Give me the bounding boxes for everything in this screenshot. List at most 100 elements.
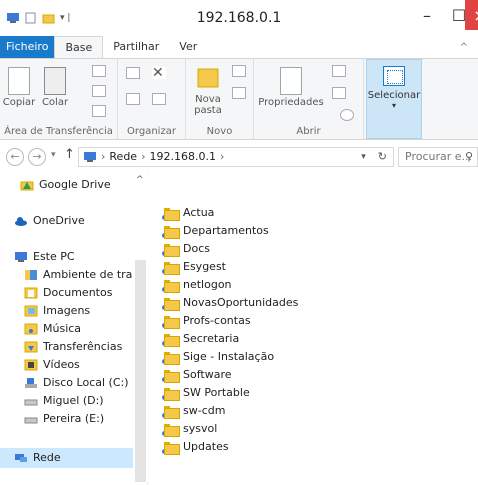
list-item[interactable]: Departamentos: [162, 222, 298, 240]
breadcrumb-rede[interactable]: Rede: [109, 148, 137, 166]
ribbon-collapse-icon[interactable]: ^: [460, 42, 468, 53]
nav-scrollbar[interactable]: ^: [133, 172, 148, 482]
copy-path-icon[interactable]: [92, 85, 106, 97]
nav-item-downloads[interactable]: Transferências: [24, 338, 122, 356]
properties-button[interactable]: Propriedades: [258, 67, 324, 108]
edit-icon[interactable]: [332, 87, 346, 99]
copy-button[interactable]: Copiar: [2, 67, 36, 108]
drive-icon: [24, 417, 38, 424]
delete-icon[interactable]: ✕: [152, 66, 166, 80]
open-icon[interactable]: [332, 65, 346, 77]
breadcrumb-host[interactable]: 192.168.0.1: [149, 148, 215, 166]
back-arrow-icon[interactable]: ←: [6, 148, 24, 166]
nav-item-drive-d[interactable]: Miguel (D:): [24, 392, 104, 410]
copy-icon: [8, 67, 30, 95]
nav-item-onedrive[interactable]: OneDrive: [14, 212, 85, 230]
rename-icon[interactable]: [152, 93, 166, 105]
select-button[interactable]: Selecionar ▾: [366, 59, 422, 139]
list-item[interactable]: Secretaria: [162, 330, 298, 348]
shared-folder-icon: [162, 423, 180, 437]
easy-access-icon[interactable]: [232, 87, 246, 99]
list-item[interactable]: Docs: [162, 240, 298, 258]
ribbon-tabs: Ficheiro Base Partilhar Ver: [0, 36, 478, 58]
tab-file[interactable]: Ficheiro: [0, 36, 55, 58]
nav-label: Documentos: [43, 286, 113, 299]
list-item[interactable]: SW Portable: [162, 384, 298, 402]
search-icon: ⚲: [464, 150, 473, 163]
file-name: Sige - Instalação: [183, 350, 275, 363]
copy-to-icon[interactable]: [126, 93, 140, 105]
scrollbar-thumb[interactable]: [135, 260, 146, 482]
clipboard-group: Copiar Colar Área de Transferência: [0, 59, 118, 139]
scroll-up-icon[interactable]: ^: [136, 175, 144, 185]
paste-button[interactable]: Colar: [38, 67, 72, 108]
search-input[interactable]: Procurar e... ⚲: [398, 147, 478, 167]
downloads-icon: [24, 341, 38, 353]
up-arrow-icon[interactable]: ↑: [64, 147, 75, 162]
select-icon: [383, 66, 405, 86]
forward-arrow-icon[interactable]: →: [28, 148, 46, 166]
tab-view[interactable]: Ver: [169, 36, 207, 58]
shared-folder-icon: [162, 297, 180, 311]
list-item[interactable]: sysvol: [162, 420, 298, 438]
nav-label: Transferências: [43, 340, 123, 353]
list-item[interactable]: Profs-contas: [162, 312, 298, 330]
tab-home[interactable]: Base: [54, 36, 104, 58]
file-name: Profs-contas: [183, 314, 251, 327]
explorer-window: ▾ | 192.168.0.1 – ☐ × Ficheiro Base Part…: [0, 0, 478, 485]
nav-item-documents[interactable]: Documentos: [24, 284, 112, 302]
shared-folder-icon: [162, 369, 180, 383]
shared-folder-icon: [162, 351, 180, 365]
new-folder-label: Nova pasta: [194, 94, 222, 116]
list-item[interactable]: Esygest: [162, 258, 298, 276]
nav-label: Disco Local (C:): [43, 376, 129, 389]
move-to-icon[interactable]: [126, 67, 140, 79]
list-item[interactable]: Updates: [162, 438, 298, 456]
address-box[interactable]: › Rede › 192.168.0.1 › ▾ ↻: [78, 147, 394, 167]
nav-label: Vídeos: [43, 358, 80, 371]
list-item[interactable]: Sige - Instalação: [162, 348, 298, 366]
close-button[interactable]: ×: [465, 0, 478, 30]
clipboard-group-label: Área de Transferência: [4, 126, 113, 137]
minimize-button[interactable]: –: [410, 0, 444, 30]
nav-item-this-pc[interactable]: Este PC: [14, 248, 75, 266]
address-dropdown-icon[interactable]: ▾: [361, 148, 366, 166]
new-folder-button[interactable]: Nova pasta: [188, 65, 228, 116]
list-item[interactable]: Actua: [162, 204, 298, 222]
nav-label: Música: [43, 322, 82, 335]
nav-item-local-disk-c[interactable]: Disco Local (C:): [24, 374, 129, 392]
properties-icon: [280, 67, 302, 95]
paste-shortcut-icon[interactable]: [92, 105, 106, 117]
shared-folder-icon: [162, 315, 180, 329]
new-group: Nova pasta Novo: [186, 59, 254, 139]
nav-item-network[interactable]: Rede: [14, 449, 61, 467]
history-icon[interactable]: [340, 109, 354, 121]
file-name: Updates: [183, 440, 229, 453]
refresh-icon[interactable]: ↻: [378, 148, 387, 166]
nav-label: Miguel (D:): [43, 394, 104, 407]
nav-item-videos[interactable]: Vídeos: [24, 356, 80, 374]
drive-icon: [24, 399, 38, 406]
file-name: Actua: [183, 206, 215, 219]
nav-item-music[interactable]: Música: [24, 320, 81, 338]
chevron-right-icon: ›: [101, 150, 106, 163]
navigation-pane: Google Drive OneDrive Este PC Ambiente d…: [0, 170, 148, 485]
list-item[interactable]: NovasOportunidades: [162, 294, 298, 312]
tab-share[interactable]: Partilhar: [103, 36, 169, 58]
nav-item-google-drive[interactable]: Google Drive: [20, 176, 111, 194]
open-group-label: Abrir: [296, 126, 321, 137]
list-item[interactable]: sw-cdm: [162, 402, 298, 420]
nav-item-drive-e[interactable]: Pereira (E:): [24, 410, 104, 428]
recent-dropdown-icon[interactable]: ▾: [51, 150, 56, 160]
cut-icon[interactable]: [92, 65, 106, 77]
file-name: sysvol: [183, 422, 218, 435]
nav-item-desktop[interactable]: Ambiente de trab: [24, 266, 133, 284]
file-name: netlogon: [183, 278, 232, 291]
file-name: sw-cdm: [183, 404, 226, 417]
music-icon: [24, 323, 38, 335]
list-item[interactable]: Software: [162, 366, 298, 384]
list-item[interactable]: netlogon: [162, 276, 298, 294]
nav-item-pictures[interactable]: Imagens: [24, 302, 90, 320]
shared-folder-icon: [162, 441, 180, 455]
new-item-icon[interactable]: [232, 65, 246, 77]
